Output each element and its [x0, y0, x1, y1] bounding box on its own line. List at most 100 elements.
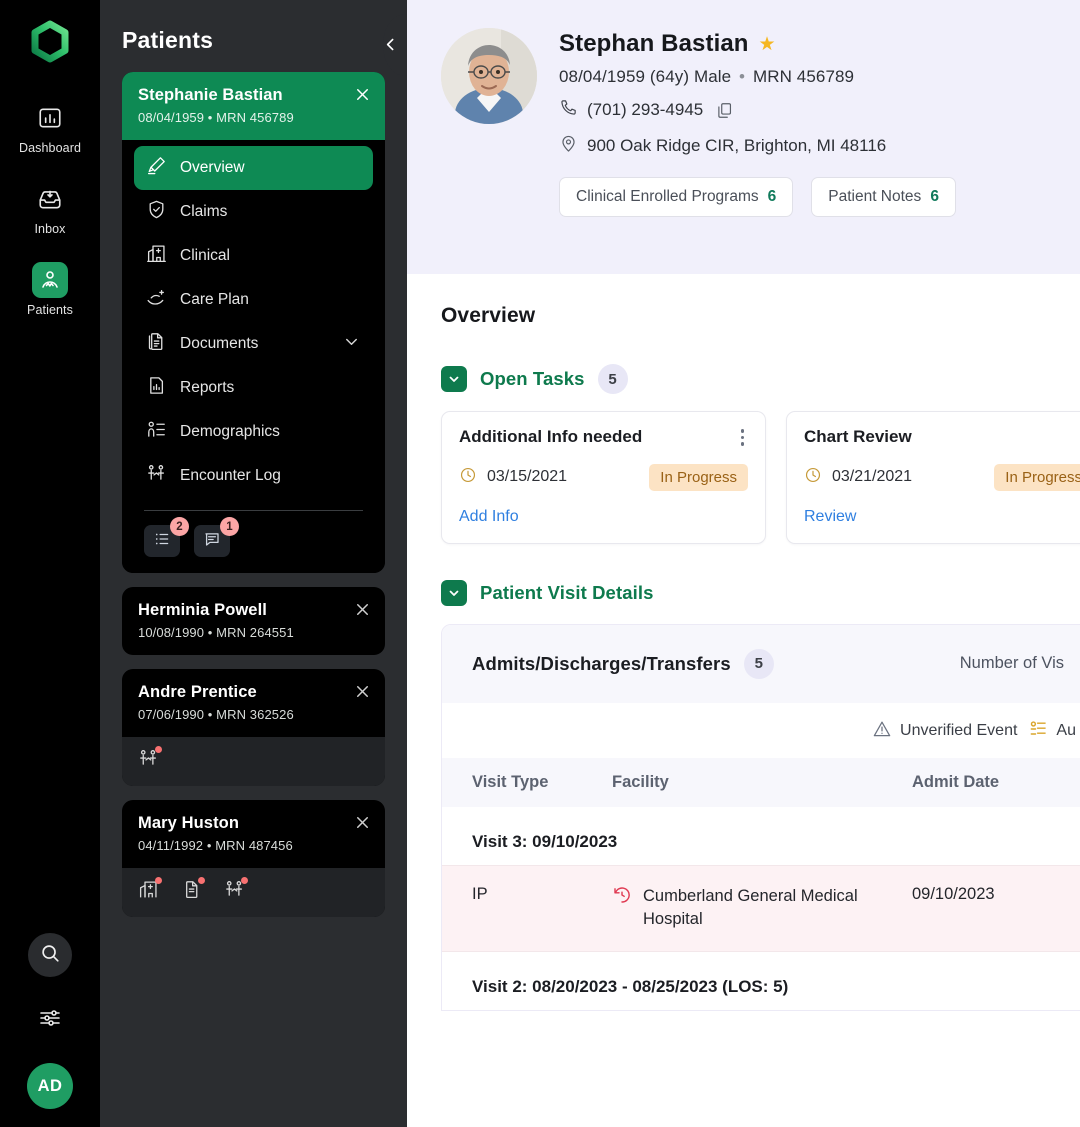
settings-button[interactable] — [32, 1002, 68, 1038]
auth-list-icon — [1028, 719, 1048, 744]
quick-action-tasks[interactable]: 2 — [144, 525, 180, 557]
rail-nav: Dashboard Inbox — [0, 100, 100, 317]
rail-label-patients: Patients — [27, 303, 73, 317]
patient-card-mrn: MRN 456789 — [216, 110, 294, 125]
patient-card-separator: • — [208, 707, 213, 722]
search-button[interactable] — [28, 933, 72, 977]
patient-card-header[interactable]: Herminia Powell 10/08/1990 • MRN 264551 — [122, 587, 385, 655]
map-pin-icon — [559, 134, 578, 158]
patient-card-dob: 07/06/1990 — [138, 707, 204, 722]
patient-card-meta: 10/08/1990 • MRN 264551 — [138, 625, 369, 640]
sidebar-item-care-plan[interactable]: Care Plan — [134, 278, 373, 322]
sidebar-label-claims: Claims — [180, 203, 227, 221]
sidebar-item-demographics[interactable]: Demographics — [134, 410, 373, 454]
patient-mrn: MRN 456789 — [753, 67, 854, 86]
sidebar-item-reports[interactable]: Reports — [134, 366, 373, 410]
task-card[interactable]: Additional Info needed 03/15/2021 In Pro… — [441, 411, 766, 544]
patient-card-mrn: MRN 487456 — [215, 838, 293, 853]
star-icon[interactable]: ★ — [759, 33, 776, 56]
kebab-menu-icon[interactable] — [737, 427, 749, 448]
notification-dot — [241, 877, 248, 884]
sidebar-item-claims[interactable]: Claims — [134, 190, 373, 234]
open-tasks-label: Open Tasks — [480, 368, 585, 390]
close-icon[interactable] — [353, 85, 372, 109]
sidebar-label-documents: Documents — [180, 335, 258, 353]
task-card[interactable]: Chart Review 03/21/2021 In Progress Revi… — [786, 411, 1080, 544]
sidebar-item-overview[interactable]: Overview — [134, 146, 373, 190]
sidebar-item-documents[interactable]: Documents — [134, 322, 373, 366]
document-icon — [146, 331, 167, 357]
encounter-people-icon[interactable] — [138, 748, 159, 774]
shield-check-icon — [146, 199, 167, 225]
status-badge: In Progress — [994, 464, 1080, 491]
quick-action-messages-badge: 1 — [220, 517, 239, 536]
adt-topbar: Admits/Discharges/Transfers 5 Number of … — [442, 625, 1080, 703]
patient-card-name: Mary Huston — [138, 814, 369, 833]
patient-card-header[interactable]: Stephanie Bastian 08/04/1959 • MRN 45678… — [122, 72, 385, 140]
status-badge: In Progress — [649, 464, 748, 491]
legend-label: Unverified Event — [900, 722, 1017, 740]
legend-unverified-event: Unverified Event — [872, 719, 1017, 744]
close-icon[interactable] — [353, 813, 372, 837]
patient-demographics: 08/04/1959 (64y) Male • MRN 456789 — [559, 67, 956, 87]
adt-title: Admits/Discharges/Transfers — [472, 653, 731, 675]
hospital-icon[interactable] — [138, 879, 159, 905]
chevron-down-icon[interactable] — [441, 366, 467, 392]
notification-dot — [155, 877, 162, 884]
task-title: Additional Info needed — [459, 427, 737, 447]
rail-item-dashboard[interactable]: Dashboard — [0, 100, 100, 155]
visit-group-title: Visit 3: 09/10/2023 — [442, 807, 1080, 865]
chevron-left-icon — [382, 40, 399, 57]
chevron-down-icon[interactable] — [441, 580, 467, 606]
patient-card-header[interactable]: Mary Huston 04/11/1992 • MRN 487456 — [122, 800, 385, 868]
search-icon — [39, 942, 61, 969]
sidebar-label-overview: Overview — [180, 159, 245, 177]
separator: • — [736, 67, 748, 86]
inbox-download-icon — [32, 181, 68, 217]
rail-bottom-actions: AD — [0, 933, 100, 1109]
sidebar-item-encounter-log[interactable]: Encounter Log — [134, 454, 373, 498]
patient-card-footer-icons — [122, 737, 385, 786]
visit-table-header: Visit Type Facility Admit Date — [442, 758, 1080, 807]
hexagon-logo[interactable] — [25, 18, 75, 68]
chevron-down-icon[interactable] — [342, 332, 361, 356]
patient-card-header[interactable]: Andre Prentice 07/06/1990 • MRN 362526 — [122, 669, 385, 737]
quick-action-messages[interactable]: 1 — [194, 525, 230, 557]
patient-card-separator: • — [207, 838, 212, 853]
patient-card-meta: 07/06/1990 • MRN 362526 — [138, 707, 369, 722]
legend-auth: Au — [1028, 719, 1076, 744]
chip-clinical-enrolled-programs[interactable]: Clinical Enrolled Programs 6 — [559, 177, 793, 217]
rail-item-inbox[interactable]: Inbox — [0, 181, 100, 236]
chip-label: Patient Notes — [828, 188, 921, 206]
patient-card-meta: 08/04/1959 • MRN 456789 — [138, 110, 369, 125]
sidebar-label-reports: Reports — [180, 379, 234, 397]
patient-card[interactable]: Herminia Powell 10/08/1990 • MRN 264551 — [122, 587, 385, 655]
rail-item-patients[interactable]: Patients — [0, 262, 100, 317]
patient-card-dob: 08/04/1959 — [138, 110, 204, 125]
patient-card[interactable]: Mary Huston 04/11/1992 • MRN 487456 — [122, 800, 385, 917]
sidebar-label-clinical: Clinical — [180, 247, 230, 265]
close-icon[interactable] — [353, 600, 372, 624]
clock-rewind-icon — [612, 885, 632, 910]
notification-dot — [155, 746, 162, 753]
collapse-panel-button[interactable] — [382, 36, 399, 58]
table-row[interactable]: IP Cumberland General Medical Hospital 0… — [442, 865, 1080, 953]
dashboard-chart-icon — [32, 100, 68, 136]
user-avatar[interactable]: AD — [27, 1063, 73, 1109]
patient-card-selected[interactable]: Stephanie Bastian 08/04/1959 • MRN 45678… — [122, 72, 385, 573]
close-icon[interactable] — [353, 682, 372, 706]
chip-patient-notes[interactable]: Patient Notes 6 — [811, 177, 956, 217]
encounter-people-icon[interactable] — [224, 879, 245, 905]
patients-panel: Patients Stephanie Bastian 08/04/1959 • … — [100, 0, 407, 1127]
document-icon[interactable] — [181, 879, 202, 905]
patient-card[interactable]: Andre Prentice 07/06/1990 • MRN 362526 — [122, 669, 385, 786]
copy-icon[interactable] — [715, 101, 734, 120]
rail-label-inbox: Inbox — [34, 222, 65, 236]
sidebar-item-clinical[interactable]: Clinical — [134, 234, 373, 278]
patient-card-dob: 04/11/1992 — [138, 838, 203, 853]
task-action-link[interactable]: Add Info — [459, 508, 748, 526]
visit-group-title: Visit 2: 08/20/2023 - 08/25/2023 (LOS: 5… — [442, 952, 1080, 1010]
rail-label-dashboard: Dashboard — [19, 141, 81, 155]
column-facility: Facility — [612, 773, 912, 792]
task-action-link[interactable]: Review — [804, 508, 1080, 526]
